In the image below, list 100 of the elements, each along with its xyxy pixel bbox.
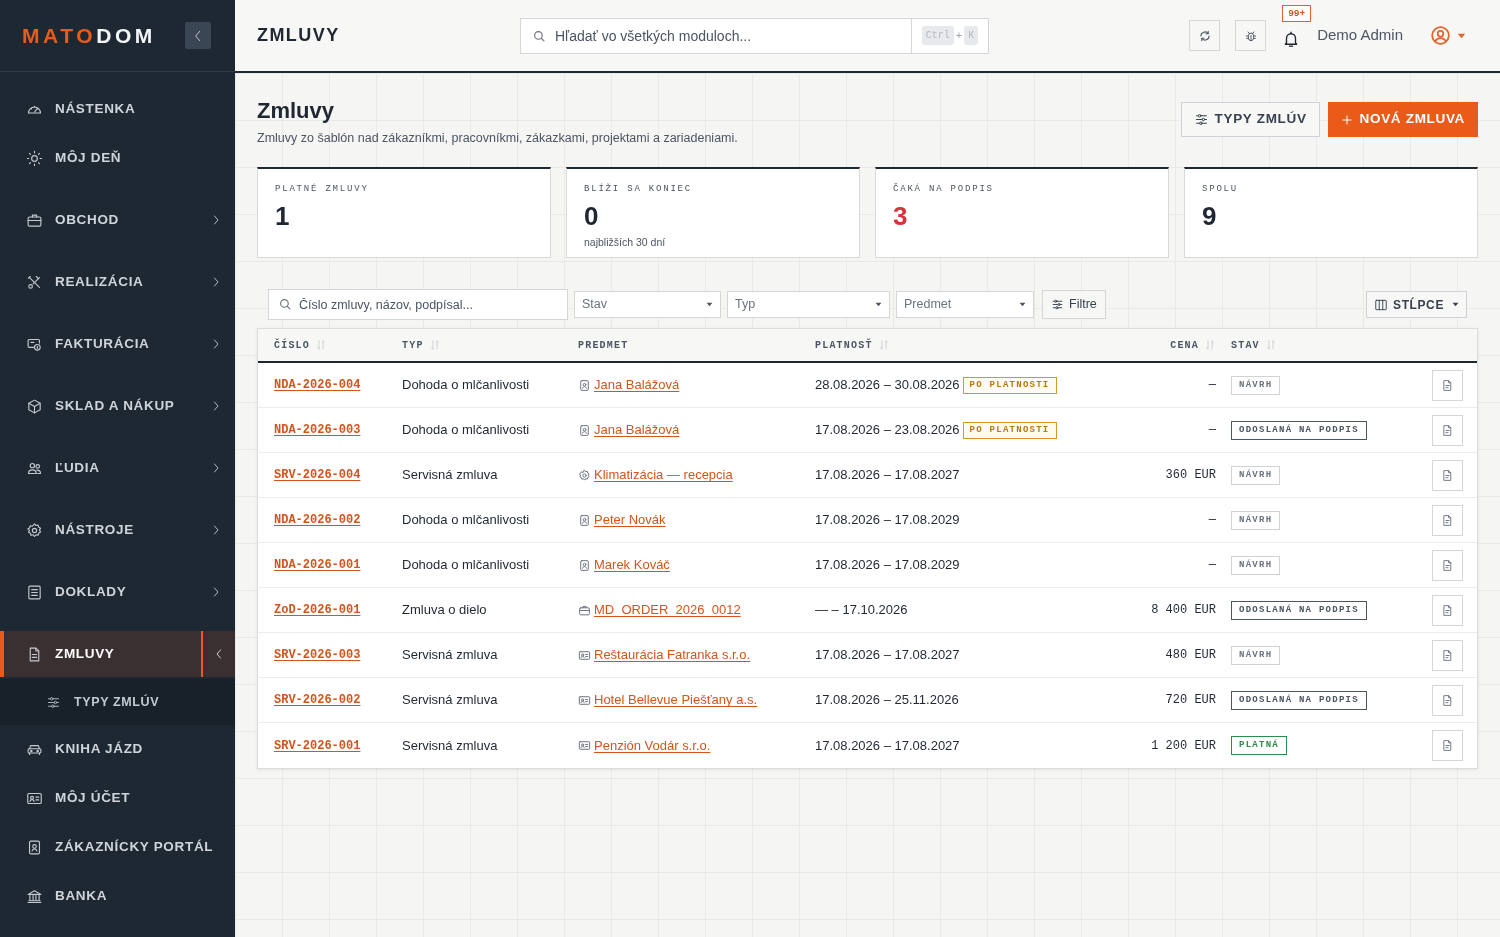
column-header[interactable]: STAV (1231, 337, 1260, 353)
sidebar-item[interactable]: MÔJ ÚČET (0, 775, 235, 822)
subject-link[interactable]: Reštaurácia Fatranka s.r.o. (594, 645, 751, 665)
collapse-sidebar-button[interactable] (185, 22, 211, 49)
subject-link[interactable]: Penzión Vodár s.r.o. (594, 735, 711, 756)
sidebar-item[interactable]: OBCHOD (0, 197, 235, 243)
column-header[interactable]: CENA (1170, 337, 1199, 353)
sidebar-subitem[interactable]: TYPY ZMLÚV (0, 679, 235, 725)
stat-label: SPOLU (1202, 185, 1239, 194)
subject-link[interactable]: Klimatizácia — recepcia (594, 465, 733, 485)
contract-number-link[interactable]: NDA-2026-002 (274, 511, 361, 529)
page-title: ZMLUVY (257, 24, 340, 47)
subject-link[interactable]: Jana Balážová (594, 375, 680, 395)
columns-button[interactable]: STĹPCE (1366, 291, 1467, 318)
open-document-button[interactable] (1432, 414, 1463, 446)
gear-icon (578, 468, 591, 482)
open-document-button[interactable] (1432, 594, 1463, 626)
stat-label: PLATNÉ ZMLUVY (275, 185, 370, 194)
page-heading: Zmluvy (257, 97, 336, 125)
open-document-button[interactable] (1432, 459, 1463, 491)
column-header[interactable]: PLATNOSŤ (815, 337, 873, 353)
subject-link[interactable]: MD_ORDER_2026_0012 (594, 600, 741, 620)
sidebar-item[interactable]: BANKA (0, 873, 235, 920)
open-document-button[interactable] (1432, 504, 1463, 536)
validity-period: 17.08.2026 – 17.08.2029 (815, 556, 960, 575)
global-search-field[interactable]: Hľadať vo všetkých moduloch... (520, 17, 912, 54)
column-header: PREDMET (578, 338, 629, 353)
status-badge: PLATNÁ (1231, 736, 1287, 755)
document-icon (1441, 513, 1454, 527)
portrait-badge-icon (578, 378, 591, 392)
validity-period: 17.08.2026 – 17.08.2027 (815, 466, 960, 485)
sidebar-item[interactable]: NÁSTROJE (0, 507, 235, 553)
expired-badge: PO PLATNOSTI (962, 376, 1057, 394)
subject-link[interactable]: Jana Balážová (594, 420, 680, 440)
open-document-button[interactable] (1432, 730, 1463, 761)
filter-select[interactable]: Stav (574, 291, 721, 318)
id-card-icon (26, 790, 43, 807)
sun-icon (26, 150, 43, 167)
contract-number-link[interactable]: NDA-2026-003 (274, 421, 361, 439)
document-icon (1441, 558, 1454, 572)
validity-period: 17.08.2026 – 25.11.2026 (815, 691, 959, 710)
subject-link[interactable]: Peter Novák (594, 510, 666, 530)
list-icon (26, 583, 43, 601)
document-icon (1441, 423, 1454, 437)
column-header[interactable]: TYP (402, 337, 424, 353)
sidebar-item[interactable]: MÔJ DEŇ (0, 135, 235, 182)
validity-period: — – 17.10.2026 (815, 601, 908, 620)
contract-types-button[interactable]: TYPY ZMLÚV (1180, 102, 1320, 137)
sliders-icon (46, 694, 61, 710)
caret-down-icon (1457, 32, 1466, 39)
column-header[interactable]: ČÍSLO (274, 337, 310, 353)
contract-number-link[interactable]: SRV-2026-002 (274, 691, 361, 709)
bug-report-button[interactable] (1235, 20, 1267, 51)
contract-price: 1 200 EUR (1151, 737, 1216, 755)
sliders-icon (1193, 112, 1209, 127)
subject-link[interactable]: Hotel Bellevue Piešťany a.s. (594, 690, 758, 710)
caret-down-icon (706, 302, 713, 307)
sidebar-item[interactable]: DOKLADY (0, 569, 235, 615)
sidebar-item[interactable]: FAKTURÁCIA (0, 321, 235, 367)
open-document-button[interactable] (1432, 549, 1463, 581)
bank-icon (26, 888, 43, 905)
contract-type: Dohoda o mlčanlivosti (402, 556, 530, 575)
status-badge: ODOSLANÁ NA PODPIS (1231, 420, 1367, 440)
contract-type: Dohoda o mlčanlivosti (402, 421, 530, 440)
sidebar-item[interactable]: ZÁKAZNÍCKY PORTÁL (0, 824, 235, 871)
contract-search-field[interactable]: Číslo zmluvy, názov, podpísal... (268, 289, 568, 320)
sidebar-item[interactable]: NÁSTENKA (0, 86, 235, 133)
contract-type: Servisná zmluva (402, 466, 498, 485)
contract-number-link[interactable]: SRV-2026-004 (274, 466, 361, 484)
contract-number-link[interactable]: SRV-2026-003 (274, 646, 361, 664)
sidebar-item[interactable]: ZMLUVY (0, 631, 235, 677)
contract-price: — (1208, 377, 1216, 394)
briefcase-icon (578, 603, 591, 617)
sidebar-item[interactable]: ĽUDIA (0, 445, 235, 491)
contract-number-link[interactable]: SRV-2026-001 (274, 736, 361, 755)
open-document-button[interactable] (1432, 639, 1463, 671)
open-document-button[interactable] (1432, 684, 1463, 716)
refresh-icon (1197, 28, 1212, 43)
contract-number-link[interactable]: NDA-2026-001 (274, 556, 361, 574)
sidebar-item[interactable]: KNIHA JÁZD (0, 726, 235, 773)
portrait-badge-icon (578, 423, 591, 437)
sidebar-item[interactable]: SKLAD A NÁKUP (0, 383, 235, 429)
expired-badge: PO PLATNOSTI (962, 421, 1057, 439)
contract-number-link[interactable]: NDA-2026-004 (274, 376, 361, 394)
bug-icon (1243, 28, 1258, 43)
filters-button[interactable]: Filtre (1042, 290, 1106, 319)
portrait-badge-icon (578, 513, 591, 527)
open-document-button[interactable] (1432, 369, 1463, 401)
filter-select[interactable]: Predmet (896, 291, 1034, 318)
validity-period: 28.08.2026 – 30.08.2026 (815, 376, 960, 395)
contract-price: — (1208, 512, 1216, 529)
id-card-icon (578, 739, 591, 752)
gear-icon (26, 521, 43, 539)
contract-type: Zmluva o dielo (402, 601, 487, 620)
subject-link[interactable]: Marek Kováč (594, 555, 670, 575)
filter-select[interactable]: Typ (727, 291, 890, 318)
sidebar-item[interactable]: REALIZÁCIA (0, 259, 235, 305)
refresh-button[interactable] (1189, 20, 1221, 51)
validity-period: 17.08.2026 – 17.08.2027 (815, 736, 960, 755)
contract-number-link[interactable]: ZoD-2026-001 (274, 601, 361, 619)
